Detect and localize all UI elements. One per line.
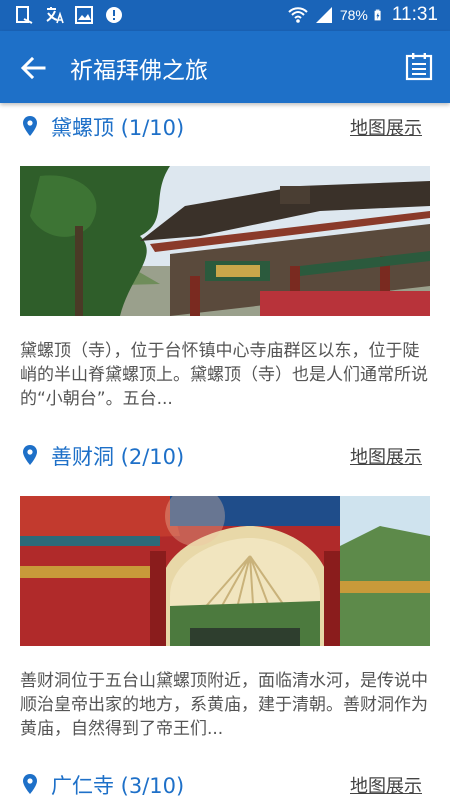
arrow-left-icon[interactable] bbox=[18, 53, 48, 83]
map-display-link[interactable]: 地图展示 bbox=[350, 443, 422, 469]
temple-gate-photo bbox=[20, 496, 430, 646]
wifi-icon bbox=[288, 7, 308, 23]
app-bar: 祈福拜佛之旅 bbox=[0, 31, 450, 103]
spot-description: 黛螺顶（寺），位于台怀镇中心寺庙群区以东，位于陡峭的半山脊黛螺顶上。黛螺顶（寺）… bbox=[20, 341, 428, 409]
signal-icon bbox=[315, 7, 332, 23]
spot-header: 善财洞 (2/10) 地图展示 bbox=[0, 432, 450, 480]
battery-charging-icon bbox=[374, 9, 381, 21]
map-display-link[interactable]: 地图展示 bbox=[350, 772, 422, 798]
spot-name[interactable]: 黛螺顶 (1/10) bbox=[51, 112, 184, 142]
spot-photo[interactable] bbox=[20, 166, 430, 316]
spot-list[interactable]: 黛螺顶 (1/10) 地图展示 黛螺顶（寺），位于台怀镇中心寺庙群区以东，位于陡… bbox=[0, 103, 450, 800]
status-bar: 78% 11:31 bbox=[0, 0, 450, 31]
location-pin-icon bbox=[23, 116, 37, 136]
image-icon bbox=[75, 6, 93, 24]
spot-name[interactable]: 广仁寺 (3/10) bbox=[51, 770, 184, 800]
map-display-link[interactable]: 地图展示 bbox=[350, 114, 422, 140]
spot-name[interactable]: 善财洞 (2/10) bbox=[51, 441, 184, 471]
translate-icon bbox=[46, 7, 64, 24]
calendar-icon[interactable] bbox=[404, 51, 434, 81]
battery-percent: 78% bbox=[339, 7, 368, 23]
clock: 11:31 bbox=[391, 4, 438, 25]
spot-description: 善财洞位于五台山黛螺顶附近，面临清水河，是传说中顺治皇帝出家的地方，系黄庙，建于… bbox=[20, 671, 428, 739]
spot-header: 广仁寺 (3/10) 地图展示 bbox=[0, 761, 450, 800]
location-pin-icon bbox=[23, 445, 37, 465]
temple-gate-photo bbox=[20, 166, 430, 316]
location-pin-icon bbox=[23, 774, 37, 794]
device-icon bbox=[16, 6, 33, 24]
shield-alert-icon bbox=[106, 7, 122, 23]
page-title: 祈福拜佛之旅 bbox=[70, 58, 208, 84]
spot-photo[interactable] bbox=[20, 496, 430, 646]
spot-header: 黛螺顶 (1/10) 地图展示 bbox=[0, 103, 450, 151]
